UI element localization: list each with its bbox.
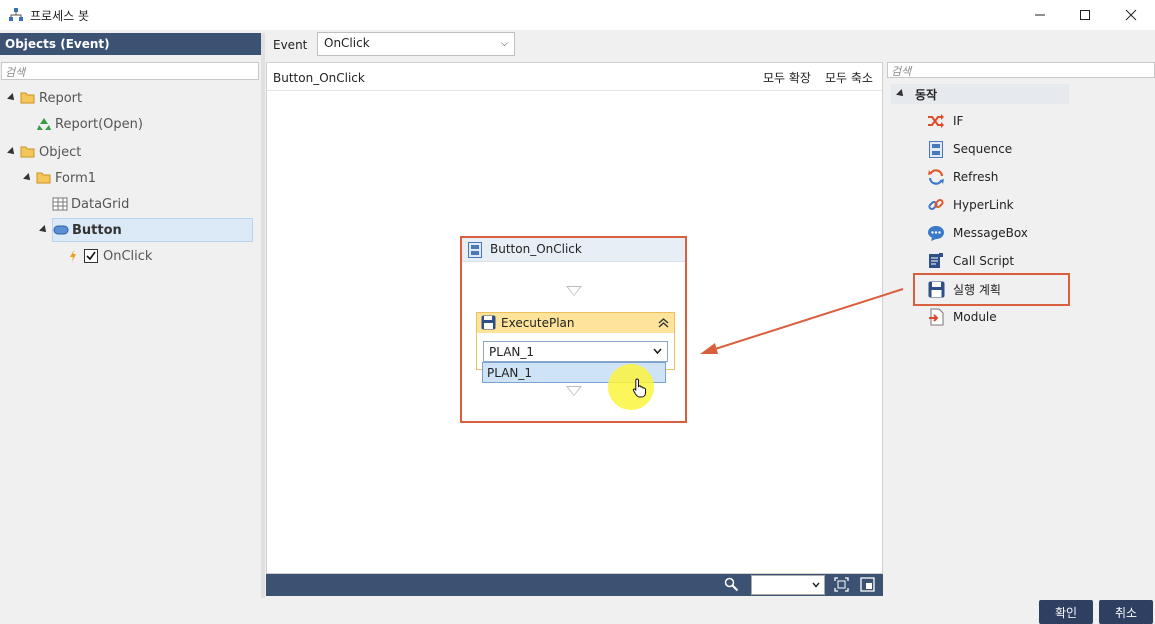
action-label: IF (953, 114, 964, 128)
expand-triangle-icon[interactable] (23, 173, 33, 183)
maximize-button[interactable] (1062, 0, 1108, 30)
event-select-value: OnClick (324, 36, 370, 50)
action-item-hyperlink[interactable]: HyperLink (927, 193, 1014, 217)
event-label: Event (273, 38, 308, 52)
zoom-select[interactable] (751, 575, 825, 595)
object-tree: Report Report(Open) Object Form1 DataGri… (0, 84, 261, 597)
expand-triangle-icon[interactable] (39, 225, 49, 235)
link-icon (928, 198, 944, 211)
script-icon (929, 253, 943, 268)
shuffle-icon (928, 114, 944, 128)
window-title: 프로세스 봇 (30, 9, 90, 23)
action-item-module[interactable]: Module (927, 305, 997, 329)
action-label: Call Script (953, 254, 1015, 268)
message-icon (928, 225, 944, 241)
title-bar: 프로세스 봇 (0, 0, 1155, 30)
panel-splitter[interactable] (261, 33, 265, 598)
objects-header: Objects (Event) (0, 33, 261, 55)
highlight-box-execute-plan (913, 273, 1070, 306)
canvas-header: Button_OnClick 모두 확장 모두 축소 (267, 63, 882, 91)
event-select[interactable]: OnClick ⌵ (317, 32, 515, 56)
sequence-icon (929, 140, 943, 158)
action-group-header[interactable]: 동작 (891, 84, 1069, 104)
tree-label: Report(Open) (55, 116, 143, 132)
tree-label: Report (39, 90, 83, 106)
tree-label: OnClick (103, 248, 153, 264)
minimize-button[interactable] (1017, 0, 1063, 30)
sequence-icon (468, 242, 482, 258)
grid-icon (52, 197, 68, 211)
tree-label: Object (39, 144, 82, 160)
chevron-down-icon: ⌵ (501, 39, 508, 49)
minimize-icon (1035, 14, 1045, 16)
close-icon (1125, 9, 1137, 21)
tree-item-form1[interactable]: Form1 (23, 166, 97, 190)
folder-open-icon (20, 92, 35, 104)
action-group-label: 동작 (915, 87, 938, 102)
drop-target-arrow-icon (566, 386, 582, 396)
expand-triangle-icon[interactable] (896, 89, 906, 99)
ok-button[interactable]: 확인 (1039, 600, 1093, 624)
chevron-down-icon (653, 348, 662, 355)
actions-search-input[interactable]: 검색 (887, 62, 1155, 78)
button-control-icon (53, 225, 69, 235)
fit-to-screen-icon[interactable] (834, 577, 849, 592)
collapse-all-button[interactable]: 모두 축소 (825, 69, 873, 86)
tree-item-button[interactable]: Button (52, 218, 253, 242)
action-label: Refresh (953, 170, 999, 184)
search-icon[interactable] (724, 577, 739, 592)
action-label: HyperLink (953, 198, 1014, 212)
execute-plan-title: ExecutePlan (501, 316, 575, 330)
objects-search-input[interactable]: 검색 (1, 62, 259, 80)
flow-header: Button_OnClick (462, 238, 685, 262)
action-item-messagebox[interactable]: MessageBox (927, 221, 1028, 245)
action-label: Module (953, 310, 997, 324)
tree-item-onclick[interactable]: OnClick (68, 244, 152, 268)
cancel-button[interactable]: 취소 (1099, 600, 1153, 624)
action-label: Sequence (953, 142, 1013, 156)
expand-triangle-icon[interactable] (7, 93, 17, 103)
actual-size-icon[interactable] (860, 577, 875, 592)
tree-label: Button (72, 222, 122, 238)
maximize-icon (1080, 10, 1090, 20)
flow-canvas[interactable]: Button_OnClick 모두 확장 모두 축소 Button_OnClic… (266, 62, 883, 574)
action-item-sequence[interactable]: Sequence (927, 137, 1012, 161)
hand-cursor-icon (632, 378, 646, 398)
action-label: MessageBox (953, 226, 1028, 240)
tree-label: Form1 (55, 170, 97, 186)
canvas-status-bar (266, 574, 883, 596)
action-item-call-script[interactable]: Call Script (927, 249, 1014, 273)
action-item-refresh[interactable]: Refresh (927, 165, 998, 189)
tree-item-report-open[interactable]: Report(Open) (36, 112, 143, 136)
save-icon (481, 315, 496, 330)
tree-label: DataGrid (71, 196, 130, 212)
expand-triangle-icon[interactable] (7, 147, 17, 157)
plan-select[interactable]: PLAN_1 (483, 341, 668, 362)
flow-title: Button_OnClick (490, 242, 582, 256)
tree-item-datagrid[interactable]: DataGrid (52, 192, 129, 216)
flow-sequence-box[interactable]: Button_OnClick ExecutePlan PLAN_1 PLAN_1 (460, 236, 687, 423)
process-bot-icon (9, 8, 23, 21)
execute-plan-header: ExecutePlan (477, 313, 674, 333)
close-button[interactable] (1108, 0, 1154, 30)
drop-target-arrow-icon (566, 286, 582, 296)
checkbox-checked-icon[interactable] (84, 249, 98, 263)
actions-panel: 동작 IF Sequence Refresh HyperLink Message… (887, 80, 1155, 597)
module-icon (929, 308, 944, 326)
plan-select-value: PLAN_1 (489, 345, 535, 359)
folder-open-icon (20, 146, 35, 158)
lightning-icon (70, 250, 76, 262)
recycle-icon (37, 118, 51, 130)
tree-item-report[interactable]: Report (7, 86, 83, 110)
refresh-icon (928, 169, 944, 185)
tree-item-object[interactable]: Object (7, 140, 82, 164)
canvas-title: Button_OnClick (273, 71, 365, 85)
folder-open-icon (36, 172, 51, 184)
expand-all-button[interactable]: 모두 확장 (763, 69, 811, 86)
action-item-if[interactable]: IF (927, 109, 963, 133)
collapse-double-chevron-icon[interactable] (658, 317, 669, 328)
chevron-down-icon (812, 582, 820, 588)
